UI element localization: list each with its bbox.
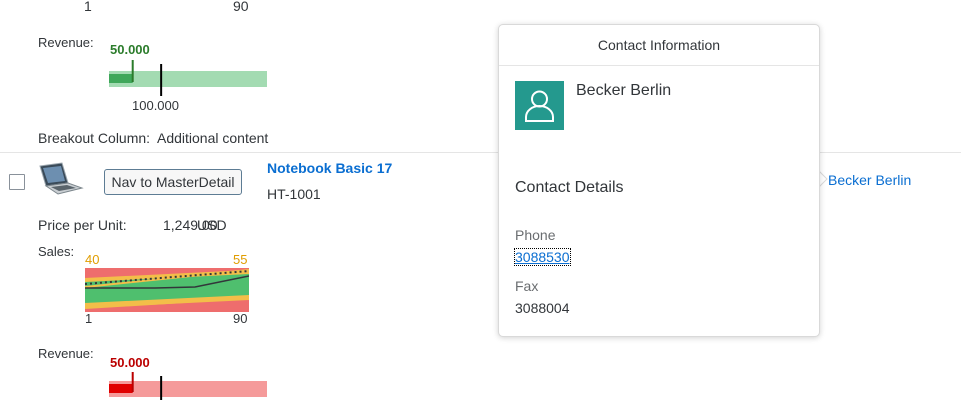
phone-link[interactable]: 3088530 <box>514 248 571 266</box>
revenue-value-label: 50.000 <box>110 42 150 57</box>
laptop-icon <box>39 162 84 195</box>
sales-axis-end: 90 <box>233 311 248 326</box>
fax-label: Fax <box>515 278 539 294</box>
revenue-bullet-chart-bottom-svg: 50.000 <box>109 355 267 400</box>
revenue-label: Revenue: <box>38 35 94 50</box>
row-select-checkbox[interactable] <box>9 174 25 190</box>
supplier-link[interactable]: Becker Berlin <box>828 172 911 188</box>
sales-area-chart <box>84 268 250 312</box>
sales-min-label: 40 <box>85 252 100 267</box>
revenue-bottom-value-bar <box>109 384 133 393</box>
revenue-target-label: 100.000 <box>132 98 179 113</box>
revenue-bottom-value-label: 50.000 <box>110 355 150 370</box>
contact-avatar <box>515 81 564 130</box>
sales-axis-start: 1 <box>85 311 93 326</box>
contact-popover: Contact Information Becker Berlin Contac… <box>498 24 820 337</box>
revenue-label-bottom: Revenue: <box>38 346 94 361</box>
person-icon <box>525 90 554 122</box>
breakout-label: Breakout Column: <box>38 130 151 146</box>
price-label: Price per Unit: <box>38 217 127 233</box>
popover-title: Contact Information <box>499 25 819 66</box>
product-name-link[interactable]: Notebook Basic 17 <box>267 160 392 176</box>
revenue-bullet-chart-svg: 50.000 100.000 <box>109 42 267 113</box>
revenue-bullet-chart: 50.000 100.000 <box>104 38 274 114</box>
notebook-image <box>38 162 84 196</box>
sales-area-chart-svg <box>84 268 250 312</box>
breakout-value: Additional content <box>157 130 269 146</box>
top-chart-axis-start: 1 <box>84 0 92 14</box>
nav-to-masterdetail-button[interactable]: Nav to MasterDetail <box>104 169 242 195</box>
sales-max-label: 55 <box>233 252 248 267</box>
contact-details-title: Contact Details <box>515 179 624 196</box>
phone-label: Phone <box>515 227 556 243</box>
revenue-bullet-chart-bottom: 50.000 <box>104 346 274 400</box>
top-chart-axis-end: 90 <box>233 0 249 14</box>
currency-value: USD <box>197 217 227 233</box>
sales-label: Sales: <box>38 244 75 259</box>
fax-value: 3088004 <box>515 300 570 316</box>
contact-name: Becker Berlin <box>576 82 672 99</box>
product-id: HT-1001 <box>267 186 321 202</box>
revenue-value-bar <box>109 74 133 83</box>
